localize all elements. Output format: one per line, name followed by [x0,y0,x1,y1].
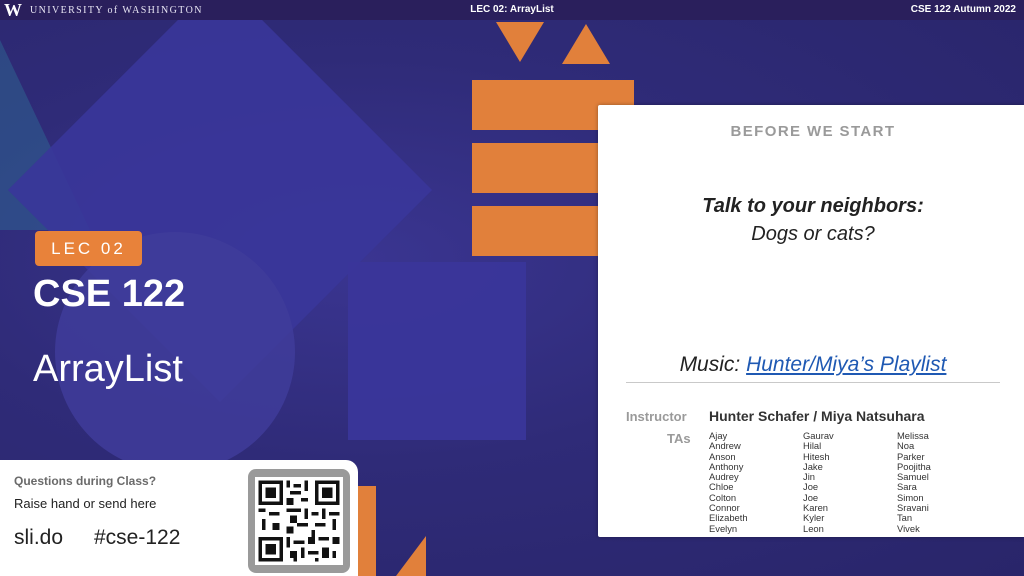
bg-orange-triangle [396,536,426,576]
ta-list-col2: Gaurav Hilal Hitesh Jake Jin Joe Joe Karen Kyler… [803,430,893,534]
instructor-label: Instructor [626,409,687,424]
music-line: Music: Hunter/Miya’s Playlist [598,353,1024,377]
music-label: Music: [679,353,747,376]
qr-code-frame [248,469,350,573]
ta-name: Leon [803,522,824,534]
bg-orange-stripe [356,486,376,576]
ta-list-col1: Ajay Andrew Anson Anthony Audrey Chloe Colton C… [709,430,799,534]
lecture-title: LEC 02: ArrayList [470,4,554,15]
discussion-question: Dogs or cats? [751,223,875,245]
divider [626,382,1000,383]
topic-title: ArrayList [33,348,183,390]
slide: W UNIVERSITY of WASHINGTON LEC 02: Array… [0,0,1024,576]
bg-triangle-down [496,22,544,62]
instructor-names: Hunter Schafer / Miya Natsuhara [709,408,925,424]
slido-site[interactable]: sli.do [14,526,63,550]
header-bar: W UNIVERSITY of WASHINGTON LEC 02: Array… [0,0,1024,20]
course-term: CSE 122 Autumn 2022 [910,4,1016,15]
ta-list-col3: Melissa Noa Parker Poojitha Samuel Sara Simon S… [897,430,987,534]
before-we-start-panel: BEFORE WE START Talk to your neighbors: … [598,105,1024,537]
panel-heading: BEFORE WE START [730,123,896,140]
bg-square [348,262,526,440]
qr-code-icon[interactable] [255,477,343,565]
course-title: CSE 122 [33,273,186,315]
slido-question: Questions during Class? [14,474,157,488]
playlist-link[interactable]: Hunter/Miya’s Playlist [746,353,946,376]
ta-name: Vivek [897,522,920,534]
tas-label: TAs [667,431,691,446]
ta-name: Evelyn [709,522,738,534]
ta-name: Jake [803,460,823,472]
discussion-prompt: Talk to your neighbors: [702,195,924,217]
slido-code: #cse-122 [94,526,181,549]
slido-instruction: Raise hand or send here [14,496,157,511]
slido-card: Questions during Class? Raise hand or se… [0,460,358,576]
lecture-badge: LEC 02 [35,231,142,266]
bg-triangle-up [562,24,610,64]
